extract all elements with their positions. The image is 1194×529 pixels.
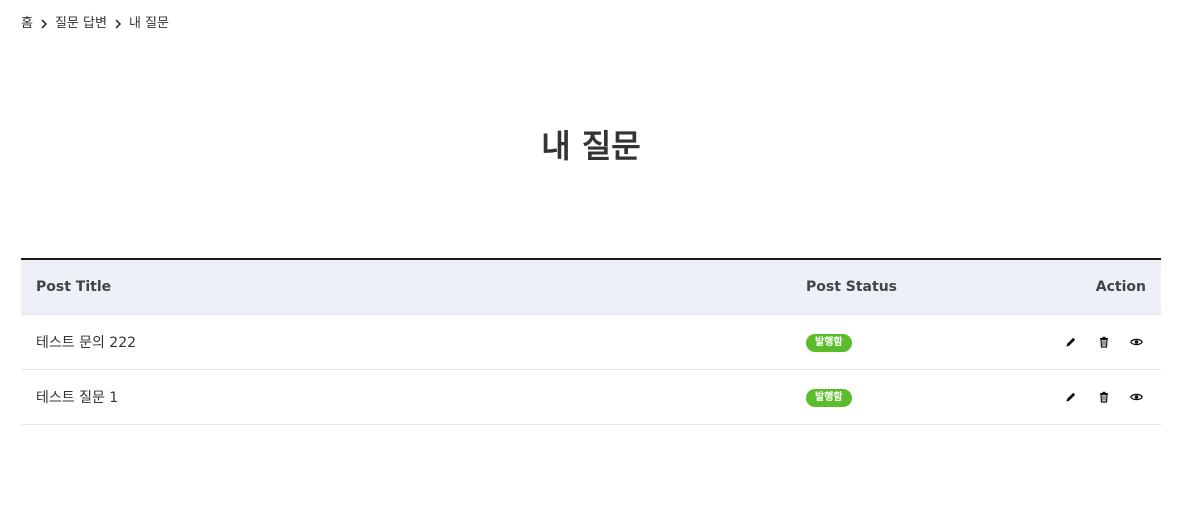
breadcrumb: 홈 질문 답변 내 질문 (21, 15, 169, 33)
status-badge: 발행함 (806, 333, 852, 352)
breadcrumb-home-link[interactable]: 홈 (21, 15, 33, 33)
eye-icon[interactable] (1128, 334, 1144, 350)
table-row: 테스트 문의 222 발행함 (21, 314, 1161, 370)
page-title: 내 질문 (541, 127, 641, 165)
column-header-action: Action (991, 259, 1161, 315)
post-actions-cell (991, 369, 1161, 425)
trash-icon[interactable] (1096, 389, 1112, 405)
column-header-post-status: Post Status (791, 259, 991, 315)
chevron-right-icon (107, 15, 129, 33)
breadcrumb-qna-link[interactable]: 질문 답변 (55, 15, 107, 33)
post-title-link[interactable]: 테스트 질문 1 (21, 369, 791, 425)
pencil-icon[interactable] (1063, 389, 1079, 405)
eye-icon[interactable] (1128, 389, 1144, 405)
questions-table: Post Title Post Status Action 테스트 문의 222… (21, 258, 1161, 425)
breadcrumb-current: 내 질문 (128, 16, 169, 31)
column-header-post-title: Post Title (21, 259, 791, 315)
pencil-icon[interactable] (1063, 334, 1079, 350)
table-row: 테스트 질문 1 발행함 (21, 369, 1161, 425)
post-status-cell: 발행함 (791, 369, 991, 425)
chevron-right-icon (33, 15, 55, 33)
post-title-link[interactable]: 테스트 문의 222 (21, 314, 791, 370)
trash-icon[interactable] (1096, 334, 1112, 350)
post-actions-cell (991, 314, 1161, 370)
status-badge: 발행함 (806, 388, 852, 407)
post-status-cell: 발행함 (791, 314, 991, 370)
table-header-row: Post Title Post Status Action (21, 259, 1161, 315)
